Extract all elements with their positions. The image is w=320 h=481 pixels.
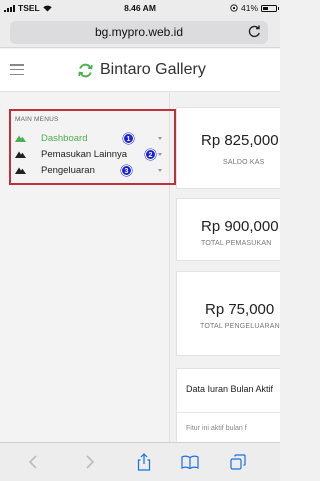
card-value: Rp 825,000 xyxy=(201,132,279,149)
forward-icon[interactable] xyxy=(80,453,98,471)
battery-percent: 41% xyxy=(240,3,258,13)
card-value: Rp 900,000 xyxy=(201,218,279,235)
menu-badge: 3 xyxy=(121,165,132,176)
sidebar-item-pemasukan-lainnya[interactable]: Pemasukan Lainnya 2 xyxy=(15,147,170,163)
sidebar-item-label: Pengeluaran xyxy=(41,165,95,176)
sidebar-item-pengeluaran[interactable]: Pengeluaran 3 xyxy=(15,163,170,179)
browser-toolbar xyxy=(0,442,280,481)
browser-address-area: bg.mypro.web.id xyxy=(0,16,280,48)
url-text: bg.mypro.web.id xyxy=(94,25,184,39)
chevron-down-icon xyxy=(158,169,162,172)
tabs-icon[interactable] xyxy=(229,453,247,471)
status-right: 41% xyxy=(230,3,279,13)
mountain-icon xyxy=(15,167,26,174)
menu-heading: MAIN MENUS xyxy=(15,116,59,123)
panel-note: Fitur ini aktif bulan f xyxy=(186,425,247,432)
hamburger-menu-icon[interactable] xyxy=(10,64,24,76)
battery-icon xyxy=(261,4,279,12)
total-pengeluaran-card: Rp 75,000 TOTAL PENGELUARAN xyxy=(176,271,280,356)
iuran-panel: Data Iuran Bulan Aktif Fitur ini aktif b… xyxy=(176,368,280,448)
panel-divider xyxy=(177,412,280,413)
sidebar-item-dashboard[interactable]: Dashboard 1 xyxy=(15,131,170,147)
sidebar-item-label: Dashboard xyxy=(41,133,88,144)
brand-title[interactable]: Bintaro Gallery xyxy=(100,61,206,79)
orientation-lock-icon xyxy=(230,4,238,12)
card-label: TOTAL PENGELUARAN xyxy=(200,323,280,330)
chevron-down-icon xyxy=(158,153,162,156)
card-label: SALDO KAS xyxy=(223,159,265,166)
back-icon[interactable] xyxy=(25,453,43,471)
menu-badge: 1 xyxy=(123,133,134,144)
reload-icon[interactable] xyxy=(247,24,262,39)
card-value: Rp 75,000 xyxy=(205,301,275,318)
saldo-kas-card: Rp 825,000 SALDO KAS xyxy=(176,107,280,189)
total-pemasukan-card: Rp 900,000 TOTAL PEMASUKAN xyxy=(176,198,280,261)
refresh-circle-icon xyxy=(78,63,93,78)
status-bar: TSEL 8.46 AM 41% xyxy=(0,0,280,16)
menu-badge: 2 xyxy=(145,149,156,160)
bookmarks-icon[interactable] xyxy=(181,453,199,471)
panel-title: Data Iuran Bulan Aktif xyxy=(186,384,274,394)
share-icon[interactable] xyxy=(135,453,153,471)
chevron-down-icon xyxy=(158,137,162,140)
url-bar[interactable]: bg.mypro.web.id xyxy=(10,21,268,44)
mountain-icon xyxy=(15,151,26,158)
app-navbar: Bintaro Gallery xyxy=(0,49,280,92)
mountain-icon xyxy=(15,135,26,142)
card-label: TOTAL PEMASUKAN xyxy=(201,240,272,247)
sidebar-item-label: Pemasukan Lainnya xyxy=(41,149,128,160)
